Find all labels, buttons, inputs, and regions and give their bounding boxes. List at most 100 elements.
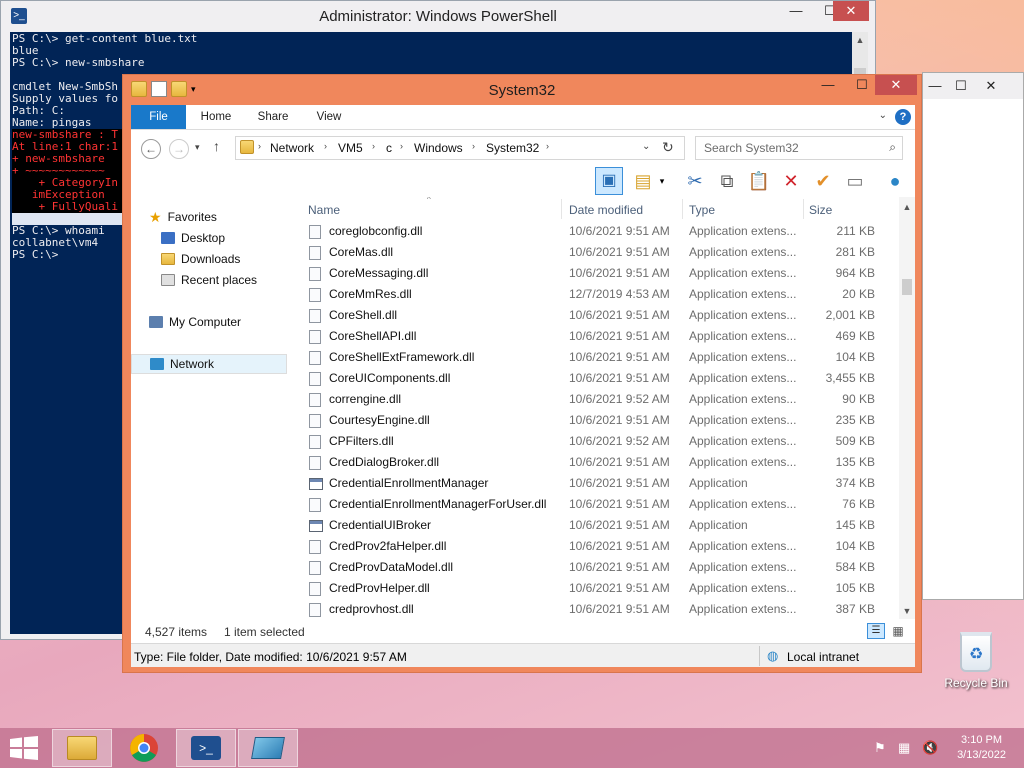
help-icon[interactable]: ? [895, 109, 911, 125]
column-divider[interactable] [803, 199, 804, 219]
minimize-button[interactable]: — [779, 1, 813, 21]
back-button[interactable]: ← [141, 139, 161, 159]
cut-icon[interactable]: ✂ [683, 169, 707, 193]
breadcrumb-separator[interactable]: › [400, 141, 403, 151]
taskbar-chrome[interactable] [114, 729, 174, 767]
refresh-icon[interactable]: ↻ [662, 139, 674, 156]
chevron-down-icon[interactable]: ▾ [655, 169, 669, 193]
breadcrumb-separator[interactable]: › [258, 141, 261, 151]
file-row[interactable]: CredentialUIBroker 10/6/2021 9:51 AM Appli… [303, 515, 899, 536]
expand-ribbon-icon[interactable]: ⌄ [879, 110, 887, 121]
network-globe-icon[interactable]: ● [883, 169, 907, 193]
background-window-titlebar[interactable]: — ☐ ✕ [923, 73, 1023, 99]
breadcrumb-network[interactable]: Network [270, 141, 314, 155]
file-row[interactable]: CoreShell.dll 10/6/2021 9:51 AM Applicatio… [303, 305, 899, 326]
maximize-button[interactable]: ☐ [949, 76, 973, 96]
recycle-bin-shortcut[interactable]: Recycle Bin [940, 632, 1012, 690]
breadcrumb-separator[interactable]: › [546, 141, 549, 151]
column-date-modified[interactable]: Date modified [569, 203, 643, 217]
close-button[interactable]: ✕ [875, 75, 917, 95]
tab-home[interactable]: Home [193, 105, 239, 129]
file-row[interactable]: CoreUIComponents.dll 10/6/2021 9:51 AM App… [303, 368, 899, 389]
close-button[interactable]: ✕ [833, 1, 869, 21]
minimize-button[interactable]: — [923, 76, 947, 96]
maximize-button[interactable]: ☐ [845, 75, 879, 95]
forward-button[interactable]: → [169, 139, 189, 159]
nav-desktop[interactable]: Desktop [161, 228, 225, 248]
file-row[interactable]: coreglobconfig.dll 10/6/2021 9:51 AM Appli… [303, 221, 899, 242]
scroll-thumb[interactable] [902, 279, 912, 295]
search-icon[interactable]: ⌕ [889, 140, 896, 155]
breadcrumb-separator[interactable]: › [472, 141, 475, 151]
file-row[interactable]: CoreMas.dll 10/6/2021 9:51 AM Application … [303, 242, 899, 263]
column-type[interactable]: Type [689, 203, 715, 217]
column-size[interactable]: Size [809, 203, 832, 217]
breadcrumb-separator[interactable]: › [324, 141, 327, 151]
breadcrumb-c[interactable]: c [386, 141, 392, 155]
breadcrumb-system32[interactable]: System32 [486, 141, 539, 155]
file-row[interactable]: credprovhost.dll 10/6/2021 9:51 AM Applica… [303, 599, 899, 619]
address-bar[interactable]: › Network › VM5 › c › Windows › System32… [235, 136, 685, 160]
preview-pane-icon[interactable]: ▣ [595, 167, 623, 195]
scroll-up-icon[interactable]: ▲ [852, 32, 868, 48]
paste-icon[interactable]: 📋 [747, 169, 771, 193]
breadcrumb-vm5[interactable]: VM5 [338, 141, 363, 155]
details-view-button[interactable]: ☰ [867, 623, 885, 639]
nav-network[interactable]: Network [131, 354, 287, 374]
file-list-scrollbar[interactable]: ▲ ▼ [899, 197, 915, 619]
file-row[interactable]: CredentialEnrollmentManagerForUser.dll 10… [303, 494, 899, 515]
scroll-up-icon[interactable]: ▲ [899, 199, 915, 215]
powershell-titlebar[interactable]: >_ Administrator: Windows PowerShell — ☐… [1, 1, 875, 32]
file-row[interactable]: correngine.dll 10/6/2021 9:52 AM Applicati… [303, 389, 899, 410]
file-row[interactable]: CredDialogBroker.dll 10/6/2021 9:51 AM App… [303, 452, 899, 473]
volume-muted-icon[interactable]: 🔇 [922, 740, 938, 756]
column-divider[interactable] [561, 199, 562, 219]
file-row[interactable]: CoreMmRes.dll 12/7/2019 4:53 AM Applicatio… [303, 284, 899, 305]
search-input[interactable]: Search System32 ⌕ [695, 136, 903, 160]
rename-icon[interactable]: ✔ [811, 169, 835, 193]
taskbar-powershell[interactable]: >_ [176, 729, 236, 767]
tab-file[interactable]: File [131, 105, 186, 129]
file-row[interactable]: CredProvDataModel.dll 10/6/2021 9:51 AM Ap… [303, 557, 899, 578]
copy-icon[interactable]: ⧉ [715, 169, 739, 193]
nav-downloads[interactable]: Downloads [161, 249, 240, 269]
breadcrumb-windows[interactable]: Windows [414, 141, 463, 155]
recent-locations-icon[interactable]: ▾ [195, 142, 200, 153]
delete-icon[interactable]: ✕ [779, 169, 803, 193]
column-name[interactable]: Name [308, 203, 340, 217]
close-button[interactable]: ✕ [977, 76, 1005, 96]
large-icons-view-button[interactable]: ▦ [889, 623, 907, 639]
minimize-button[interactable]: — [811, 75, 845, 95]
action-center-flag-icon[interactable]: ⚑ [874, 740, 886, 756]
file-row[interactable]: CoreShellExtFramework.dll 10/6/2021 9:51 … [303, 347, 899, 368]
file-row[interactable]: CPFilters.dll 10/6/2021 9:52 AM Applicatio… [303, 431, 899, 452]
address-dropdown-icon[interactable]: ⌄ [642, 141, 650, 152]
network-icon [150, 358, 164, 370]
intranet-globe-icon: ◍ [767, 648, 779, 663]
file-row[interactable]: CoreShellAPI.dll 10/6/2021 9:51 AM Applica… [303, 326, 899, 347]
taskbar-file-explorer[interactable] [52, 729, 112, 767]
nav-favorites[interactable]: ★ Favorites [149, 207, 217, 227]
nav-my-computer[interactable]: My Computer [149, 312, 241, 332]
scroll-down-icon[interactable]: ▼ [899, 603, 915, 619]
folder-options-icon[interactable]: ▤ [631, 169, 655, 193]
taskbar-remote-app[interactable] [238, 729, 298, 767]
file-row[interactable]: CourtesyEngine.dll 10/6/2021 9:51 AM Appli… [303, 410, 899, 431]
clock[interactable]: 3:10 PM 3/13/2022 [957, 733, 1006, 763]
start-button[interactable] [10, 736, 38, 760]
nav-recent-places[interactable]: Recent places [161, 270, 257, 290]
file-row[interactable]: CredProv2faHelper.dll 10/6/2021 9:51 AM Ap… [303, 536, 899, 557]
tab-share[interactable]: Share [251, 105, 295, 129]
explorer-window[interactable]: ▾ System32 — ☐ ✕ File Home Share View ⌄ … [122, 74, 922, 673]
column-divider[interactable] [682, 199, 683, 219]
explorer-titlebar[interactable]: ▾ System32 — ☐ ✕ [123, 75, 921, 105]
background-window[interactable]: — ☐ ✕ [922, 72, 1024, 600]
file-row[interactable]: CredentialEnrollmentManager 10/6/2021 9:5… [303, 473, 899, 494]
network-status-icon[interactable]: ▦ [898, 740, 910, 756]
file-row[interactable]: CredProvHelper.dll 10/6/2021 9:51 AM Appli… [303, 578, 899, 599]
up-button[interactable]: ↑ [213, 138, 220, 154]
breadcrumb-separator[interactable]: › [372, 141, 375, 151]
tab-view[interactable]: View [309, 105, 349, 129]
file-row[interactable]: CoreMessaging.dll 10/6/2021 9:51 AM Applic… [303, 263, 899, 284]
properties-icon[interactable]: ▭ [843, 169, 867, 193]
